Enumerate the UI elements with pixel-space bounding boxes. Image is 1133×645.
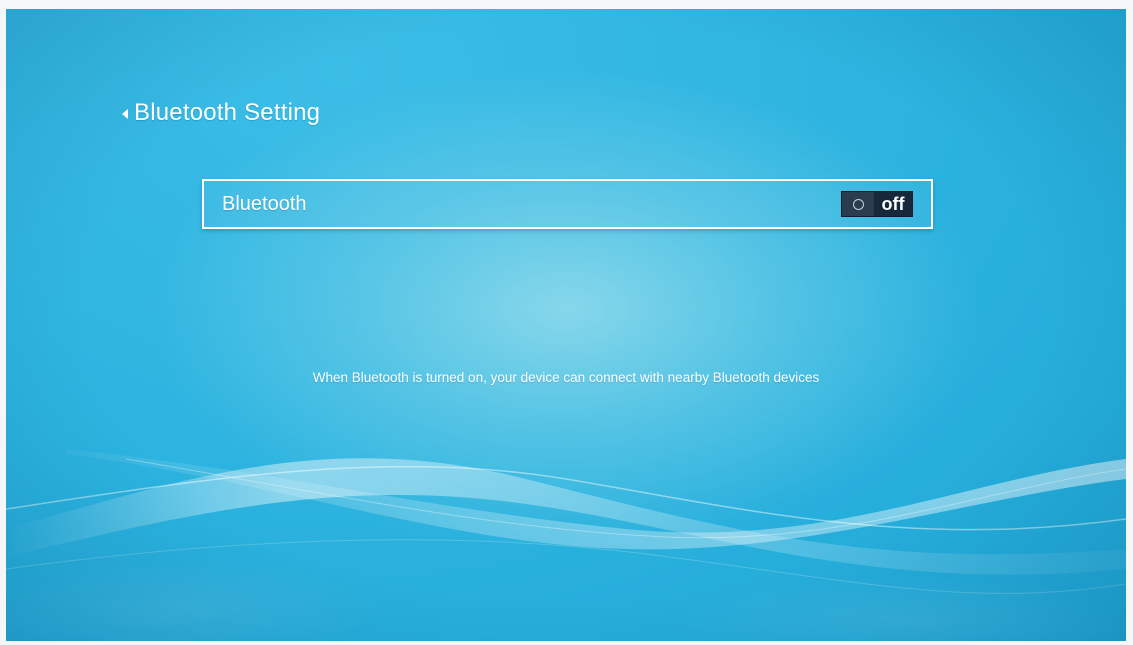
page-title: Bluetooth Setting xyxy=(134,99,321,126)
settings-screen: Bluetooth Setting Bluetooth off When Blu… xyxy=(6,9,1126,641)
bluetooth-toggle[interactable]: off xyxy=(841,191,913,217)
toggle-knob-area xyxy=(842,192,874,216)
toggle-knob-icon xyxy=(852,198,864,210)
toggle-state-label: off xyxy=(874,192,912,216)
back-arrow-icon[interactable] xyxy=(122,109,128,119)
bluetooth-info-text: When Bluetooth is turned on, your device… xyxy=(312,370,820,385)
tv-frame: Bluetooth Setting Bluetooth off When Blu… xyxy=(0,0,1133,645)
back-header[interactable]: Bluetooth Setting xyxy=(122,99,320,127)
bluetooth-setting-row[interactable]: Bluetooth off xyxy=(202,179,933,229)
bluetooth-label: Bluetooth xyxy=(222,192,307,215)
